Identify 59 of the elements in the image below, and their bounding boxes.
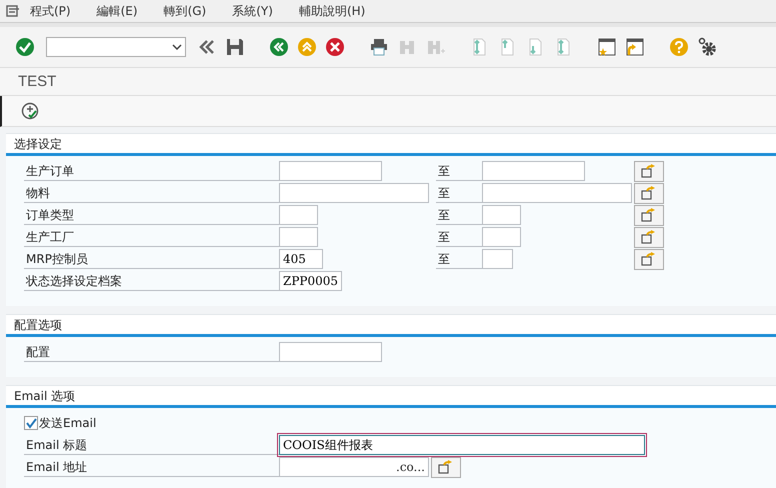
multiple-selection-button[interactable] xyxy=(634,248,664,270)
menu-item[interactable]: 轉到(G) xyxy=(164,2,206,20)
field-label: 状态选择设定档案 xyxy=(24,271,279,291)
input-field[interactable] xyxy=(279,205,318,225)
menu-icon[interactable] xyxy=(6,5,20,17)
input-field[interactable]: ZPP0005 xyxy=(279,271,342,291)
screen-title: TEST xyxy=(0,67,776,96)
field-label: 配置 xyxy=(24,342,279,362)
menu-item[interactable]: 系統(Y) xyxy=(232,2,273,20)
multiple-selection-icon xyxy=(438,460,454,474)
checkbox[interactable] xyxy=(24,416,38,430)
input-field[interactable]: .co... xyxy=(279,457,429,477)
shortcut-icon[interactable] xyxy=(624,36,646,58)
section-title: 配置选项 xyxy=(14,318,62,332)
print-icon[interactable] xyxy=(368,36,390,58)
multiple-selection-icon xyxy=(641,164,657,178)
menu-item[interactable]: 程式(P) xyxy=(30,2,71,20)
command-field[interactable] xyxy=(46,37,186,57)
menu-item[interactable]: 編輯(E) xyxy=(96,2,138,20)
input-field[interactable] xyxy=(279,342,382,362)
menu-item[interactable]: 輔助說明(H) xyxy=(298,2,366,20)
multiple-selection-button[interactable] xyxy=(634,160,664,182)
caret-icon xyxy=(172,44,182,50)
input-field[interactable] xyxy=(482,249,513,269)
execute-icon[interactable] xyxy=(20,101,40,121)
multiple-selection-button[interactable] xyxy=(634,226,664,248)
new-window-icon[interactable] xyxy=(596,36,618,58)
field-label: 生产工厂 xyxy=(24,227,279,247)
input-field[interactable]: 405 xyxy=(279,249,323,269)
input-field[interactable] xyxy=(279,227,318,247)
field-label: 生产订单 xyxy=(24,161,279,181)
field-label: 订单类型 xyxy=(24,205,279,225)
input-field[interactable] xyxy=(279,183,429,203)
multiple-selection-button[interactable] xyxy=(634,204,664,226)
help-icon[interactable] xyxy=(668,36,690,58)
check-icon[interactable] xyxy=(14,36,36,58)
save-icon[interactable] xyxy=(224,36,246,58)
section-title: 选择设定 xyxy=(14,137,62,151)
input-field[interactable] xyxy=(279,161,382,181)
input-field[interactable] xyxy=(482,183,632,203)
up-icon[interactable] xyxy=(296,36,318,58)
field-label: 物料 xyxy=(24,183,279,203)
input-field[interactable] xyxy=(482,161,585,181)
section-title: Email 选项 xyxy=(14,389,76,403)
cancel-icon[interactable] xyxy=(324,36,346,58)
input-field[interactable] xyxy=(482,205,521,225)
settings-icon[interactable] xyxy=(696,36,718,58)
back-icon[interactable] xyxy=(268,36,290,58)
input-field[interactable]: COOIS组件报表 xyxy=(279,435,645,455)
multiple-selection-button[interactable] xyxy=(634,182,664,204)
field-label: Email 地址 xyxy=(24,457,279,477)
field-label: MRP控制员 xyxy=(24,249,279,269)
multiple-selection-icon xyxy=(641,186,657,200)
multiple-selection-icon xyxy=(641,252,657,266)
multiple-selection-icon xyxy=(641,208,657,222)
checkbox-label: 发送Email xyxy=(39,414,96,432)
multiple-selection-button[interactable] xyxy=(431,456,461,478)
input-field[interactable] xyxy=(482,227,521,247)
multiple-selection-icon xyxy=(641,230,657,244)
